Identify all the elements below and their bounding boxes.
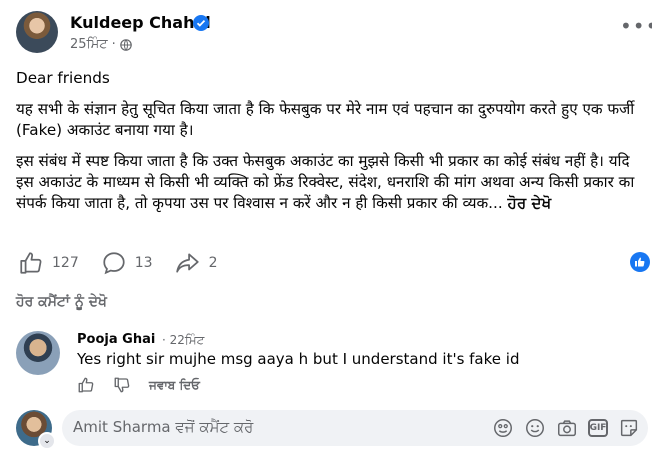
comment-actions: ਜਵਾਬ ਦਿਓ [77, 376, 200, 394]
post-greeting: Dear friends [16, 69, 110, 87]
comment-bubble-icon [103, 252, 125, 275]
camera-icon[interactable] [556, 417, 578, 439]
like-button[interactable]: 127 [18, 250, 79, 276]
gif-icon[interactable]: GIF [588, 419, 608, 437]
reaction-like-badge-icon[interactable] [630, 252, 650, 272]
comment-text: Yes right sir mujhe msg aaya h but I und… [77, 350, 520, 368]
globe-icon [119, 38, 132, 51]
comment-input[interactable]: Amit Sharma ਵਜੋਂ ਕਮੈਂਟ ਕਰੋ GIF [62, 410, 648, 446]
commenter-name[interactable]: Pooja Ghai [77, 332, 155, 347]
emoji-icon[interactable] [524, 417, 546, 439]
comment-time-text: 22ਮਿੰਟ [169, 333, 205, 347]
composer-icons: GIF [492, 417, 640, 439]
post-body: Dear friends यह सभी के संज्ञान हेतु सूचि… [16, 68, 648, 224]
author-avatar[interactable] [16, 11, 58, 53]
post-actions: 127 13 2 [18, 250, 239, 276]
more-options-icon[interactable]: ••• [620, 16, 652, 36]
post-paragraph-2: इस संबंध में स्पष्ट किया जाता है कि उक्त… [16, 152, 635, 212]
reply-button[interactable]: ਜਵਾਬ ਦਿਓ [149, 378, 200, 393]
post-time[interactable]: 25ਮਿੰਟ · [70, 37, 132, 52]
commenter-avatar[interactable] [16, 331, 60, 375]
comment-time[interactable]: · 22ਮਿੰਟ [162, 333, 204, 348]
comment-button[interactable]: 13 [101, 250, 153, 276]
avatar-sticker-icon[interactable] [492, 417, 514, 439]
share-arrow-icon [175, 253, 199, 273]
see-more-link[interactable]: ਹੋਰ ਦੇਖੋ [508, 194, 552, 212]
verified-badge-icon [193, 15, 209, 31]
share-button[interactable]: 2 [175, 250, 218, 276]
comment-input-placeholder: Amit Sharma ਵਜੋਂ ਕਮੈਂਟ ਕਰੋ [73, 418, 254, 436]
view-more-comments-link[interactable]: ਹੋਰ ਕਮੈਂਟਾਂ ਨੂੰ ਦੇਖੋ [16, 294, 107, 310]
thumbs-up-icon [20, 252, 42, 274]
comment-count: 13 [134, 255, 153, 271]
post-author-name[interactable]: Kuldeep Chahal [70, 13, 211, 32]
post-time-text: 25ਮਿੰਟ [70, 37, 108, 52]
chevron-down-icon[interactable]: ⌄ [38, 432, 56, 450]
sticker-icon[interactable] [618, 417, 640, 439]
comment-dislike-icon[interactable] [113, 376, 131, 394]
like-count: 127 [52, 255, 79, 271]
post-paragraph-1: यह सभी के संज्ञान हेतु सूचित किया जाता ह… [16, 100, 635, 139]
share-count: 2 [208, 255, 218, 271]
comment-like-icon[interactable] [77, 376, 95, 394]
comment-time-separator: · [162, 333, 166, 347]
